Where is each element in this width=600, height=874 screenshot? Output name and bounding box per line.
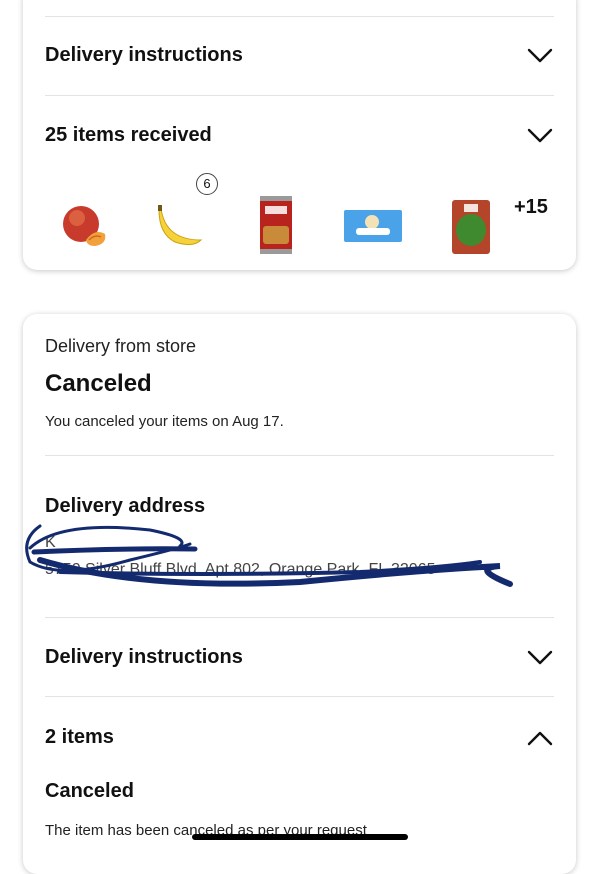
order-status: Canceled: [45, 370, 152, 397]
canceled-heading: Canceled: [45, 780, 134, 802]
spinach-thumbnail[interactable]: [440, 196, 502, 258]
chevron-down-icon[interactable]: [527, 48, 553, 64]
items-received-title[interactable]: 25 items received: [45, 124, 212, 147]
divider: [45, 16, 554, 17]
delivery-address-heading: Delivery address: [45, 495, 206, 517]
chevron-up-icon[interactable]: [527, 730, 553, 746]
peach-thumbnail[interactable]: [55, 196, 117, 258]
item-thumbnails[interactable]: 6 +15: [45, 173, 554, 266]
quantity-badge: 6: [196, 173, 218, 195]
divider: [45, 696, 554, 697]
divider: [45, 617, 554, 618]
more-items-count[interactable]: +15: [514, 196, 548, 219]
address-name: K: [45, 534, 56, 551]
order-card-received: Delivery instructions 25 items received …: [23, 0, 576, 270]
status-note: You canceled your items on Aug 17.: [45, 413, 284, 430]
home-indicator: [192, 834, 408, 840]
delivery-type-label: Delivery from store: [45, 336, 197, 356]
divider: [45, 95, 554, 96]
snuggle-thumbnail[interactable]: [342, 196, 404, 258]
chevron-down-icon[interactable]: [527, 128, 553, 144]
divider: [45, 455, 554, 456]
items-count-title[interactable]: 2 items: [45, 726, 114, 749]
banana-thumbnail[interactable]: [153, 196, 215, 258]
chevron-down-icon[interactable]: [527, 650, 553, 666]
delivery-instructions-title[interactable]: Delivery instructions: [45, 646, 243, 669]
order-card-canceled: Delivery from store Canceled You cancele…: [23, 314, 576, 874]
delivery-instructions-title[interactable]: Delivery instructions: [45, 44, 243, 67]
address-line: 5750 Silver Bluff Blvd. Apt 802, Orange …: [45, 561, 436, 578]
hunts-can-thumbnail[interactable]: [245, 196, 307, 258]
